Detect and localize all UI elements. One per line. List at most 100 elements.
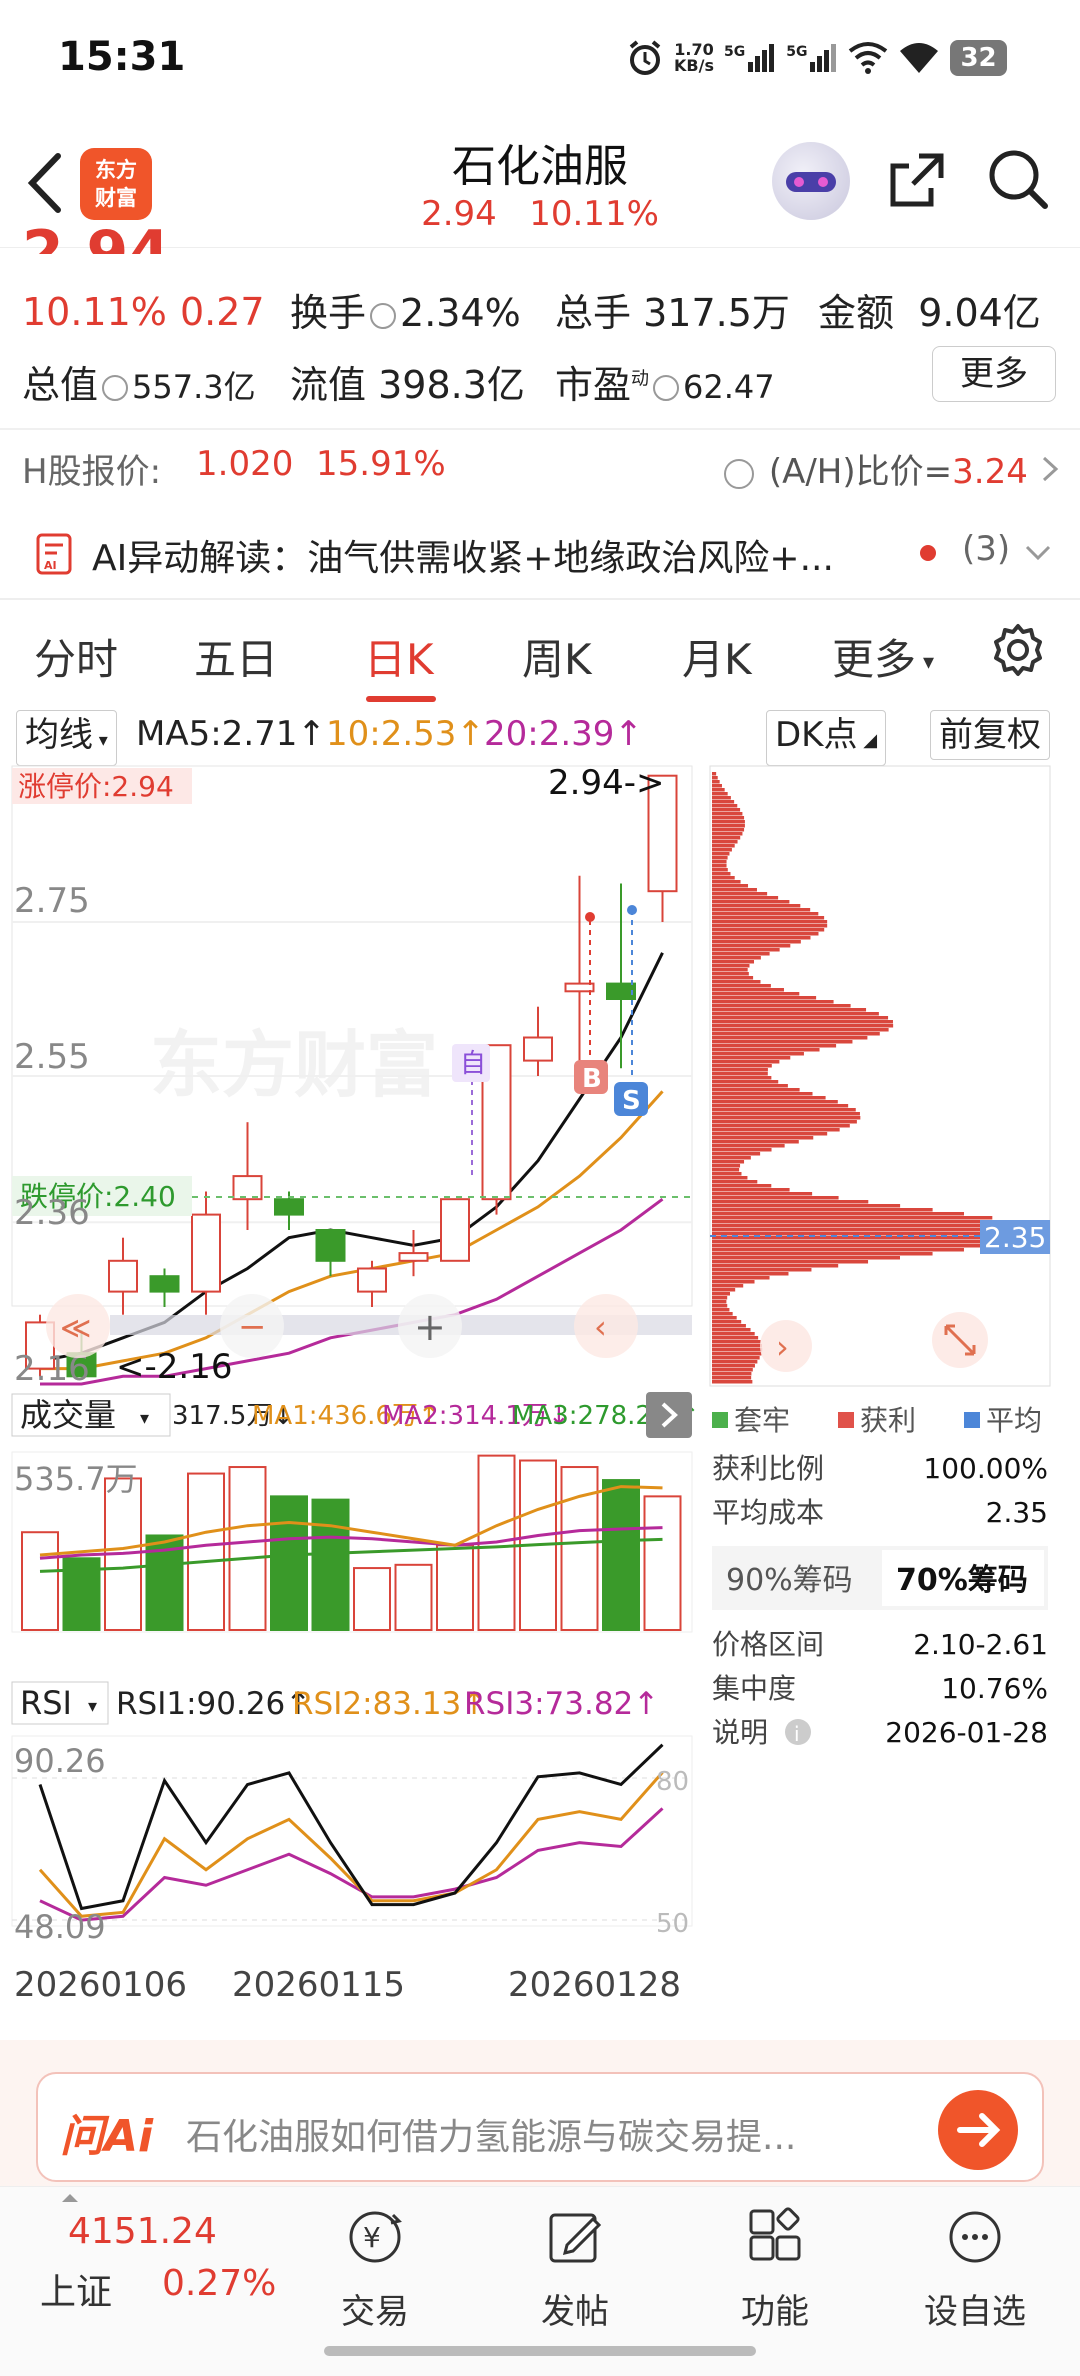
date-label: 20260106 xyxy=(14,1965,187,2005)
candle-body xyxy=(440,1198,470,1262)
nav-watchlist[interactable]: 设自选 xyxy=(900,2197,1050,2333)
chip-bar xyxy=(712,956,761,960)
ask-ai-bar[interactable]: 问Ai 石化油服如何借力氢能源与碳交易提... xyxy=(36,2072,1044,2182)
candle-body xyxy=(315,1229,346,1262)
rsi3-value: RSI3:73.82↑ xyxy=(464,1686,659,1722)
chip-tab-90[interactable]: 90%筹码 xyxy=(726,1563,853,1598)
chip-bar xyxy=(712,888,757,892)
rsi-50-label: 50 xyxy=(656,1909,689,1939)
avg-cost-value: 2.35 xyxy=(986,1496,1048,1529)
edit-icon xyxy=(549,2213,602,2263)
more-button[interactable]: 更多 xyxy=(932,346,1056,402)
search-icon[interactable] xyxy=(985,146,1051,212)
chip-bar xyxy=(712,1360,758,1364)
chip-bar xyxy=(712,1300,727,1304)
rsi-mode: RSI xyxy=(20,1684,72,1722)
chip-bar xyxy=(712,1356,760,1360)
chip-bar xyxy=(712,1120,857,1124)
chip-bar xyxy=(712,1244,993,1248)
tab-five-day[interactable]: 五日 xyxy=(194,626,278,687)
chip-tab-70[interactable]: 70%筹码 xyxy=(896,1563,1028,1598)
chip-bar xyxy=(712,1324,746,1328)
settings-gear-icon[interactable] xyxy=(990,622,1046,678)
tab-monthly-k[interactable]: 月K xyxy=(682,626,752,687)
volume-bar xyxy=(643,1495,682,1631)
candle-body xyxy=(108,1259,138,1293)
chevron-right-icon: › xyxy=(776,1328,789,1366)
select-arrow-icon: ▾ xyxy=(140,1408,149,1429)
index-value[interactable]: 4151.24 xyxy=(68,2211,217,2252)
tab-intraday[interactable]: 分时 xyxy=(34,626,118,687)
chip-bar xyxy=(712,1036,868,1040)
legend-profit: 获利 xyxy=(860,1404,916,1437)
chip-bar xyxy=(712,1372,752,1376)
chip-bar xyxy=(712,1040,853,1044)
adjust-select[interactable]: 前复权 xyxy=(930,710,1050,760)
chip-bar xyxy=(712,1128,840,1132)
ask-ai-input[interactable]: 石化油服如何借力氢能源与碳交易提... xyxy=(186,2108,796,2160)
legend-swatch-profit xyxy=(838,1412,854,1428)
chip-bar xyxy=(712,1264,839,1268)
back-icon[interactable] xyxy=(20,148,70,218)
chip-bar xyxy=(712,1132,828,1136)
chip-bar xyxy=(712,900,790,904)
app-logo[interactable]: 东方 财富 xyxy=(80,148,152,220)
chip-bar xyxy=(712,1092,813,1096)
ma-mode-select[interactable]: 均线 ▾ xyxy=(16,710,117,766)
share-icon[interactable] xyxy=(885,148,949,212)
chip-bar xyxy=(712,952,770,956)
avg-cost-badge-text: 2.35 xyxy=(984,1221,1046,1254)
tab-weekly-k[interactable]: 周K xyxy=(522,626,592,687)
volume-max-label: 535.7万 xyxy=(14,1460,138,1498)
ai-count: (3) xyxy=(962,529,1011,569)
rsi1-value: RSI1:90.26↑ xyxy=(116,1686,311,1722)
chevron-left-icon: ‹ xyxy=(594,1308,607,1346)
rsi2-value: RSI2:83.13↑ xyxy=(292,1686,487,1722)
chip-bar xyxy=(712,1096,826,1100)
chip-bar xyxy=(712,1292,730,1296)
status-bar: 15:31 1.70 KB/s 5G 5G 32 xyxy=(0,0,1080,120)
stock-title: 石化油服 xyxy=(452,141,628,192)
chip-bar xyxy=(712,904,801,908)
nav-features[interactable]: 功能 xyxy=(700,2197,850,2333)
chip-bar xyxy=(712,1076,772,1080)
volume-expand-button[interactable] xyxy=(646,1392,692,1438)
candle-body xyxy=(357,1267,387,1293)
chip-bar xyxy=(712,1060,780,1064)
dk-point-select[interactable]: DK点 ◢ xyxy=(766,710,887,766)
nav-post[interactable]: 发帖 xyxy=(500,2197,650,2333)
chip-bar xyxy=(712,1052,804,1056)
chip-bar xyxy=(712,1312,733,1316)
ask-send-button[interactable] xyxy=(938,2090,1018,2170)
tab-daily-k[interactable]: 日K xyxy=(364,626,434,687)
chip-bar xyxy=(712,948,780,952)
alarm-icon xyxy=(629,40,661,75)
grid-icon xyxy=(749,2207,801,2261)
quote-panel: 2.94 10.11% 0.27 换手 2.34% 总手 317.5万 金额 9.… xyxy=(0,218,1080,428)
nav-trade[interactable]: ¥ 交易 xyxy=(300,2197,450,2333)
sell-dot xyxy=(627,905,637,915)
chip-bar xyxy=(712,1080,779,1084)
profit-ratio-value: 100.00% xyxy=(923,1452,1048,1485)
more-dots-icon xyxy=(949,2211,1001,2263)
chip-bar xyxy=(712,876,735,880)
chip-bar xyxy=(712,1144,785,1148)
chip-bar xyxy=(712,1184,772,1188)
change-val: 0.27 xyxy=(180,290,265,334)
kline-chart[interactable]: 东方财富 涨停价:2.94 2.94-> 跌停价:2.40 2.75 2.55 … xyxy=(0,760,1080,2040)
limit-up-label: 涨停价:2.94 xyxy=(18,770,174,803)
trade-icon: ¥ xyxy=(349,2211,402,2263)
profit-ratio-label: 获利比例 xyxy=(712,1452,824,1485)
ma-legend-row: 均线 ▾ MA5:2.71↑ 10:2.53↑ 20:2.39↑ DK点 ◢ 前… xyxy=(0,708,1080,766)
index-pct[interactable]: 0.27% xyxy=(162,2263,276,2304)
unread-dot xyxy=(920,545,936,561)
chip-bar xyxy=(712,1204,901,1208)
chip-bar xyxy=(712,940,801,944)
chip-bar xyxy=(712,1336,759,1340)
tab-more[interactable]: 更多 ▾ xyxy=(832,626,934,687)
chart-area[interactable]: 东方财富 涨停价:2.94 2.94-> 跌停价:2.40 2.75 2.55 … xyxy=(0,760,1080,2040)
ai-robot-icon[interactable] xyxy=(772,142,850,220)
index-name[interactable]: 上证 xyxy=(40,2263,112,2315)
candle-body xyxy=(191,1213,221,1293)
chip-bar xyxy=(712,800,735,804)
